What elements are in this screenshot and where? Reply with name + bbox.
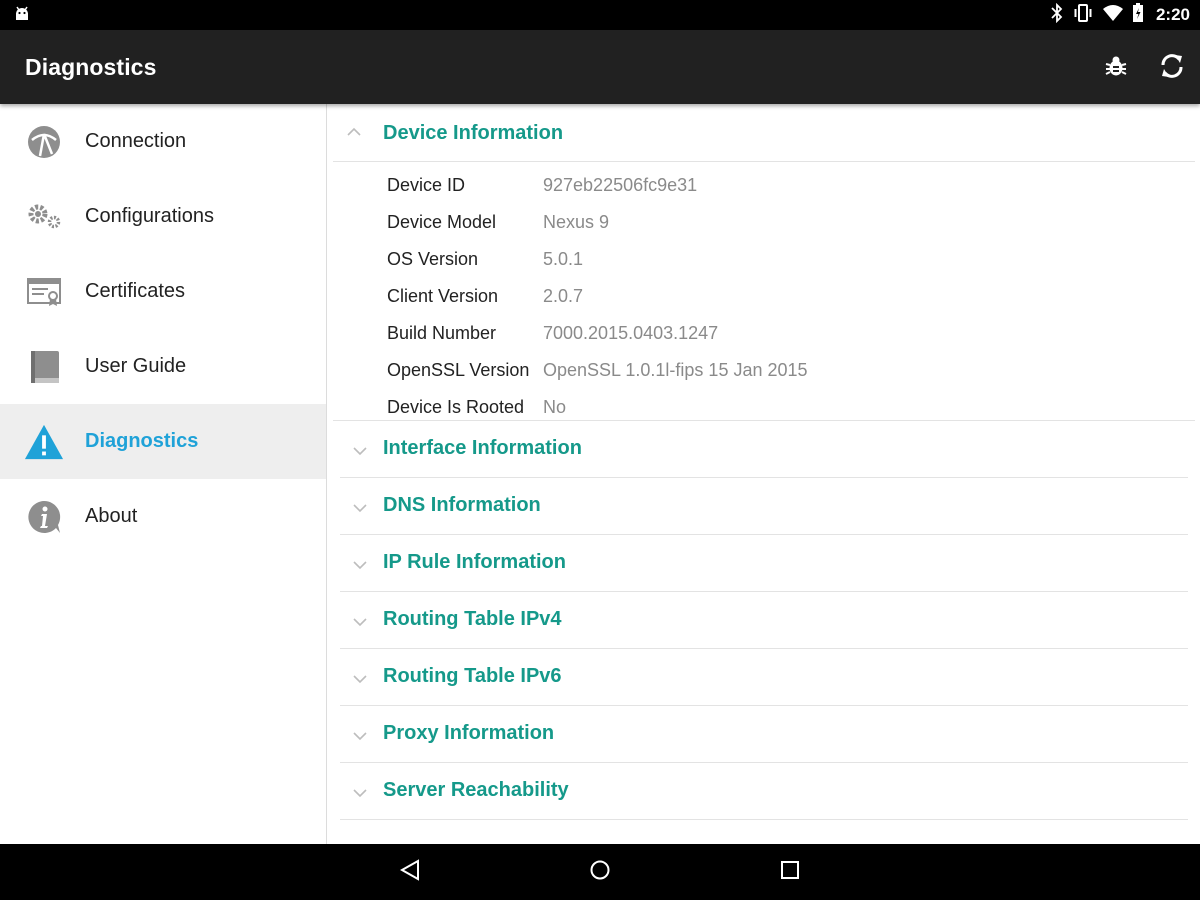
section-title: Routing Table IPv6 xyxy=(383,665,562,687)
detail-value: 7000.2015.0403.1247 xyxy=(543,323,719,343)
section-title: IP Rule Information xyxy=(383,551,566,573)
bug-icon xyxy=(1103,53,1129,84)
gears-icon xyxy=(24,197,64,237)
chevron-down-icon xyxy=(353,614,367,627)
page-title: Diagnostics xyxy=(25,54,157,80)
home-icon xyxy=(589,859,611,886)
warning-icon xyxy=(24,422,64,462)
certificate-icon xyxy=(24,272,64,312)
diagnostics-content: Device Information Device ID 927eb22506f… xyxy=(328,104,1200,844)
detail-key: OpenSSL Version xyxy=(387,360,530,380)
detail-value: 927eb22506fc9e31 xyxy=(543,175,698,195)
home-button[interactable] xyxy=(586,858,614,886)
section-title: Interface Information xyxy=(383,437,582,459)
chevron-down-icon xyxy=(353,500,367,513)
device-information-details: Device ID 927eb22506fc9e31 Device Model … xyxy=(333,162,1195,421)
section-routing-table-ipv4[interactable]: Routing Table IPv4 xyxy=(340,592,1188,649)
section-interface-information[interactable]: Interface Information xyxy=(340,421,1188,478)
status-time: 2:20 xyxy=(1155,5,1190,24)
book-icon xyxy=(24,347,64,387)
sidebar-item-label: About xyxy=(85,505,138,527)
detail-row: Build Number 7000.2015.0403.1247 xyxy=(387,315,1087,352)
sidebar-item-label: Certificates xyxy=(85,280,186,302)
android-icon xyxy=(12,5,32,30)
detail-key: Device Model xyxy=(387,212,497,232)
detail-row: Device Model Nexus 9 xyxy=(387,204,1087,241)
section-routing-table-ipv6[interactable]: Routing Table IPv6 xyxy=(340,649,1188,706)
connection-icon xyxy=(24,122,64,162)
detail-value: OpenSSL 1.0.1l-fips 15 Jan 2015 xyxy=(543,360,808,380)
chevron-down-icon xyxy=(353,443,367,456)
section-title: DNS Information xyxy=(383,494,541,516)
sidebar-item-certificates[interactable]: Certificates xyxy=(0,254,326,329)
battery-icon xyxy=(1132,2,1144,28)
detail-key: Build Number xyxy=(387,323,497,343)
wifi-icon xyxy=(1102,4,1124,27)
section-title: Routing Table IPv4 xyxy=(383,608,562,630)
vibrate-icon xyxy=(1072,3,1094,28)
info-icon xyxy=(24,497,64,537)
chevron-down-icon xyxy=(353,785,367,798)
sidebar-item-diagnostics[interactable]: Diagnostics xyxy=(0,404,326,479)
section-ip-rule-information[interactable]: IP Rule Information xyxy=(340,535,1188,592)
chevron-down-icon xyxy=(353,728,367,741)
recents-button[interactable] xyxy=(776,858,804,886)
section-title: Device Information xyxy=(383,122,564,144)
section-device-information[interactable]: Device Information xyxy=(333,104,1195,162)
bug-report-button[interactable] xyxy=(1099,51,1133,85)
back-button[interactable] xyxy=(396,858,424,886)
app-bar: Diagnostics xyxy=(0,30,1200,104)
section-server-reachability[interactable]: Server Reachability xyxy=(340,763,1188,820)
detail-row: OpenSSL Version OpenSSL 1.0.1l-fips 15 J… xyxy=(387,352,1087,389)
sidebar-item-label: Diagnostics xyxy=(85,430,199,452)
sidebar-item-user-guide[interactable]: User Guide xyxy=(0,329,326,404)
detail-key: Device ID xyxy=(387,175,466,195)
sidebar-item-connection[interactable]: Connection xyxy=(0,104,326,179)
system-navigation-bar xyxy=(0,844,1200,900)
chevron-down-icon xyxy=(353,671,367,684)
detail-key: Device Is Rooted xyxy=(387,397,525,417)
detail-row: Client Version 2.0.7 xyxy=(387,278,1087,315)
detail-key: Client Version xyxy=(387,286,499,306)
section-title: Proxy Information xyxy=(383,722,555,744)
bluetooth-icon xyxy=(1050,2,1064,28)
sidebar: Connection Configurations Certificates U… xyxy=(0,104,327,844)
detail-row: Device ID 927eb22506fc9e31 xyxy=(387,167,1087,204)
recents-icon xyxy=(780,860,800,885)
section-proxy-information[interactable]: Proxy Information xyxy=(340,706,1188,763)
detail-key: OS Version xyxy=(387,249,479,269)
detail-row: OS Version 5.0.1 xyxy=(387,241,1087,278)
chevron-up-icon xyxy=(347,124,361,136)
sidebar-item-configurations[interactable]: Configurations xyxy=(0,179,326,254)
detail-value: 5.0.1 xyxy=(543,249,584,269)
sidebar-item-label: Connection xyxy=(85,130,187,152)
section-title: Server Reachability xyxy=(383,779,569,801)
refresh-button[interactable] xyxy=(1155,51,1189,85)
refresh-icon xyxy=(1157,51,1187,86)
detail-value: Nexus 9 xyxy=(543,212,610,232)
status-bar: 2:20 xyxy=(0,0,1200,30)
sidebar-item-about[interactable]: About xyxy=(0,479,326,554)
chevron-down-icon xyxy=(353,557,367,570)
detail-value: 2.0.7 xyxy=(543,286,584,306)
sidebar-item-label: Configurations xyxy=(85,205,214,227)
back-icon xyxy=(399,858,421,886)
detail-value: No xyxy=(543,397,567,417)
sidebar-item-label: User Guide xyxy=(85,355,187,377)
section-dns-information[interactable]: DNS Information xyxy=(340,478,1188,535)
